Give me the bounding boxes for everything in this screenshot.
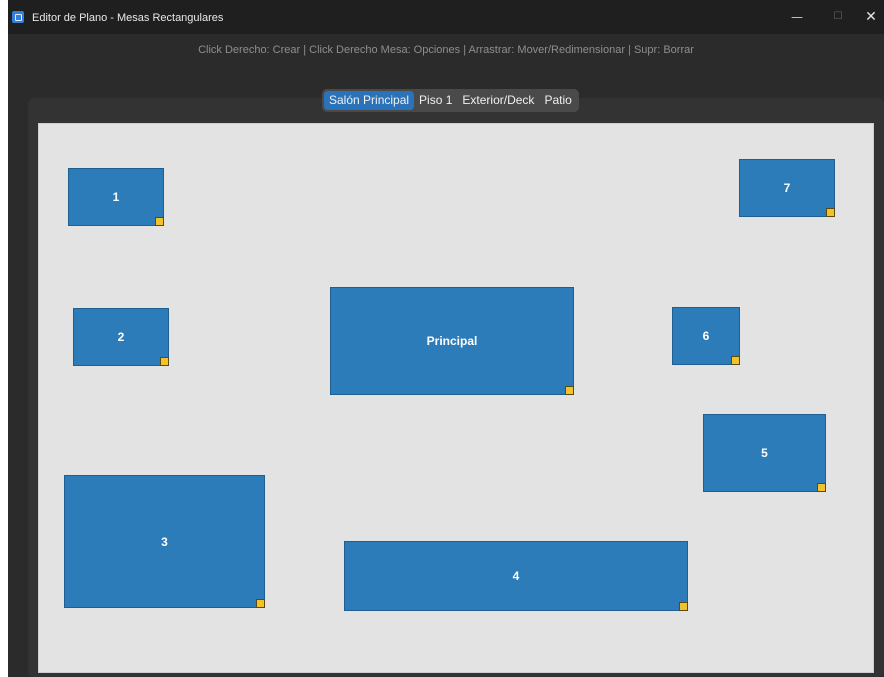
resize-handle[interactable] [155, 217, 164, 226]
resize-handle[interactable] [731, 356, 740, 365]
table-1[interactable]: 1 [68, 168, 164, 226]
table-label: 4 [512, 569, 520, 583]
resize-handle[interactable] [160, 357, 169, 366]
table-4[interactable]: 4 [344, 541, 688, 611]
title-bar[interactable]: Editor de Plano - Mesas Rectangulares — … [8, 0, 884, 34]
table-label: Principal [426, 334, 478, 348]
close-button[interactable]: ✕ [856, 8, 884, 26]
floor-plan-canvas[interactable]: 1 7 2 Principal 6 5 3 4 [38, 123, 874, 673]
table-7[interactable]: 7 [739, 159, 835, 217]
window-title: Editor de Plano - Mesas Rectangulares [32, 12, 224, 24]
maximize-button[interactable]: ☐ [823, 8, 853, 26]
table-label: 1 [112, 190, 120, 204]
table-label: 2 [117, 330, 125, 344]
tab-salon-principal[interactable]: Salón Principal [324, 91, 415, 110]
resize-handle[interactable] [817, 483, 826, 492]
tab-patio[interactable]: Patio [539, 91, 576, 110]
resize-handle[interactable] [565, 386, 574, 395]
table-label: 5 [761, 446, 768, 460]
minimize-button[interactable]: — [782, 8, 812, 26]
table-2[interactable]: 2 [73, 308, 169, 366]
table-principal[interactable]: Principal [330, 287, 574, 395]
resize-handle[interactable] [256, 599, 265, 608]
table-label: 6 [702, 329, 710, 343]
table-6[interactable]: 6 [672, 307, 740, 365]
table-label: 7 [783, 181, 791, 195]
instructions-label: Click Derecho: Crear | Click Derecho Mes… [198, 44, 694, 56]
tab-piso-1[interactable]: Piso 1 [414, 91, 457, 110]
app-window: Editor de Plano - Mesas Rectangulares — … [8, 0, 884, 677]
app-icon [12, 11, 24, 23]
table-5[interactable]: 5 [703, 414, 826, 492]
tab-exterior-deck[interactable]: Exterior/Deck [457, 91, 539, 110]
resize-handle[interactable] [826, 208, 835, 217]
table-3[interactable]: 3 [64, 475, 265, 608]
resize-handle[interactable] [679, 602, 688, 611]
table-label: 3 [161, 534, 168, 549]
tab-bar: Salón Principal Piso 1 Exterior/Deck Pat… [322, 89, 579, 112]
